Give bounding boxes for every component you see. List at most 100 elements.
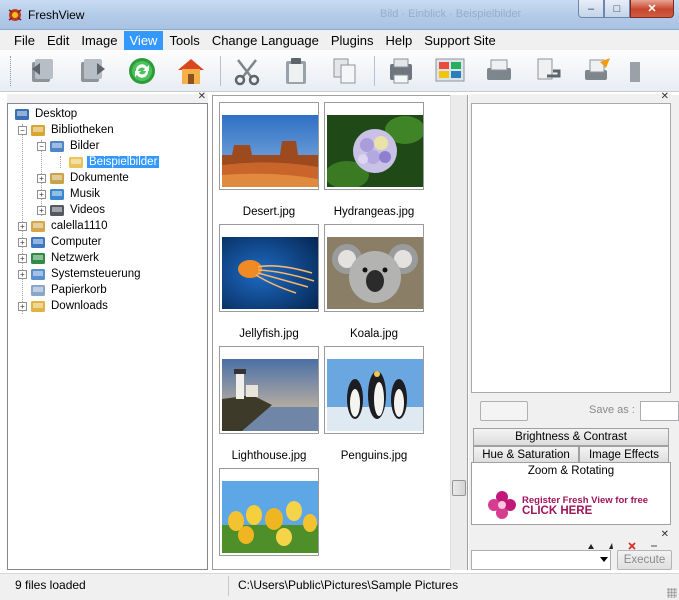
- collapse-icon[interactable]: −: [37, 141, 46, 151]
- script-select[interactable]: [471, 550, 611, 570]
- thumbnail-lighthouse[interactable]: [219, 346, 319, 434]
- copy-button[interactable]: [325, 53, 365, 89]
- tree-item-papierkorb[interactable]: Papierkorb: [18, 282, 109, 298]
- thumbnail-penguins[interactable]: [324, 346, 424, 434]
- menu-plugins[interactable]: Plugins: [325, 31, 380, 50]
- expand-icon[interactable]: +: [18, 253, 27, 263]
- thumbnail-jellyfish[interactable]: [219, 224, 319, 312]
- tree-item-bilder[interactable]: − Bilder: [37, 138, 101, 154]
- expand-icon[interactable]: +: [18, 269, 27, 279]
- window-title: FreshView: [28, 8, 85, 22]
- tree-item-label: Beispielbilder: [87, 156, 160, 168]
- scrollbar-thumb[interactable]: [452, 480, 466, 496]
- forward-button[interactable]: [73, 53, 113, 89]
- resize-grip[interactable]: [667, 588, 677, 598]
- tree-item-netzwerk[interactable]: + Netzwerk: [18, 250, 101, 266]
- slideshow-button[interactable]: [430, 53, 470, 89]
- forward-icon: [81, 58, 105, 82]
- close-bottom-pane-icon[interactable]: ✕: [661, 529, 669, 540]
- close-button[interactable]: ✕: [630, 0, 674, 18]
- tree-item-bibliotheken[interactable]: − Bibliotheken: [18, 122, 116, 138]
- paste-icon: [286, 57, 306, 84]
- maximize-button[interactable]: □: [604, 0, 630, 18]
- back-icon: [32, 58, 53, 82]
- menu-change-language[interactable]: Change Language: [206, 31, 325, 50]
- close-preview-pane-icon[interactable]: ✕: [661, 91, 669, 102]
- tree-item-label: calella1110: [51, 220, 108, 232]
- tree-item-downloads[interactable]: + Downloads: [18, 298, 110, 314]
- documents-icon: [49, 170, 65, 186]
- expand-icon[interactable]: +: [37, 205, 46, 215]
- preview-pane-header: ✕: [471, 91, 671, 103]
- convert-button[interactable]: [528, 53, 568, 89]
- print-preview-button[interactable]: [381, 53, 421, 89]
- send-button[interactable]: [577, 53, 617, 89]
- collapse-icon[interactable]: −: [18, 125, 27, 135]
- expand-icon[interactable]: +: [18, 301, 27, 311]
- close-tree-pane-icon[interactable]: ✕: [198, 91, 206, 102]
- refresh-button[interactable]: [122, 53, 162, 89]
- pictures-icon: [49, 138, 65, 154]
- expand-icon[interactable]: +: [37, 173, 46, 183]
- thumbnail-desert[interactable]: [219, 102, 319, 190]
- minimize-button[interactable]: –: [578, 0, 604, 18]
- tree-item-musik[interactable]: + Musik: [37, 186, 102, 202]
- banner-click-here[interactable]: CLICK HERE: [522, 505, 648, 517]
- tree-item-videos[interactable]: + Videos: [37, 202, 107, 218]
- menu-file[interactable]: File: [8, 31, 41, 50]
- home-button[interactable]: [171, 53, 211, 89]
- toolbar-grip[interactable]: [10, 55, 14, 86]
- convert-icon: [537, 58, 561, 79]
- image-preview: [471, 103, 671, 393]
- menu-image[interactable]: Image: [75, 31, 123, 50]
- tree-item-label: Downloads: [51, 300, 108, 312]
- execute-button[interactable]: Execute: [617, 550, 672, 570]
- hydrangeas-image: [327, 115, 423, 187]
- menu-edit[interactable]: Edit: [41, 31, 75, 50]
- minimize-icon: –: [587, 2, 595, 15]
- tree-item-calella1110[interactable]: + calella1110: [18, 218, 109, 234]
- penguins-image: [327, 359, 423, 431]
- jellyfish-image: [222, 237, 318, 309]
- tree-item-desktop[interactable]: Desktop: [14, 106, 79, 122]
- scan-button[interactable]: [479, 53, 519, 89]
- register-banner[interactable]: Register Fresh View for free CLICK HERE: [484, 489, 656, 521]
- menu-view[interactable]: View: [123, 30, 164, 50]
- thumbnail-koala[interactable]: [324, 224, 424, 312]
- tree-item-beispielbilder[interactable]: Beispielbilder: [56, 154, 160, 170]
- expand-icon[interactable]: +: [18, 221, 27, 231]
- menu-help[interactable]: Help: [379, 31, 418, 50]
- folder-icon: [68, 154, 84, 170]
- recycle-bin-icon: [30, 282, 46, 298]
- small-action-button[interactable]: [480, 401, 528, 421]
- more-icon: [630, 61, 640, 82]
- menu-support-site[interactable]: Support Site: [418, 31, 502, 50]
- freshview-app-icon[interactable]: [7, 7, 23, 23]
- lighthouse-image: [222, 359, 318, 431]
- more-button[interactable]: [626, 53, 646, 89]
- tab-zoom-rotating[interactable]: Zoom & Rotating: [471, 462, 671, 481]
- thumbnail-hydrangeas[interactable]: [324, 102, 424, 190]
- scan-icon: [487, 59, 511, 80]
- close-icon: ✕: [647, 3, 657, 15]
- cut-button[interactable]: [227, 53, 267, 89]
- expand-icon[interactable]: +: [37, 189, 46, 199]
- thumbnail-tulips[interactable]: [219, 468, 319, 556]
- paste-button[interactable]: [276, 53, 316, 89]
- thumbnail-scrollbar[interactable]: [450, 95, 467, 570]
- toolbar-separator: [374, 55, 375, 86]
- tree-item-computer[interactable]: + Computer: [18, 234, 104, 250]
- network-icon: [30, 250, 46, 266]
- status-separator: [228, 576, 229, 596]
- computer-icon: [30, 234, 46, 250]
- downloads-icon: [30, 298, 46, 314]
- menu-tools[interactable]: Tools: [163, 31, 205, 50]
- expand-icon[interactable]: +: [18, 237, 27, 247]
- back-button[interactable]: [24, 53, 64, 89]
- tab-brightness-contrast[interactable]: Brightness & Contrast: [473, 428, 669, 446]
- tree-item-dokumente[interactable]: + Dokumente: [37, 170, 131, 186]
- tree-item-systemsteuerung[interactable]: + Systemsteuerung: [18, 266, 143, 282]
- save-as-input[interactable]: [640, 401, 679, 421]
- thumbnail-grid: Desert.jpg Hydrangeas.jpg Jellyfish.jpg …: [212, 95, 468, 570]
- maximize-icon: □: [613, 2, 621, 15]
